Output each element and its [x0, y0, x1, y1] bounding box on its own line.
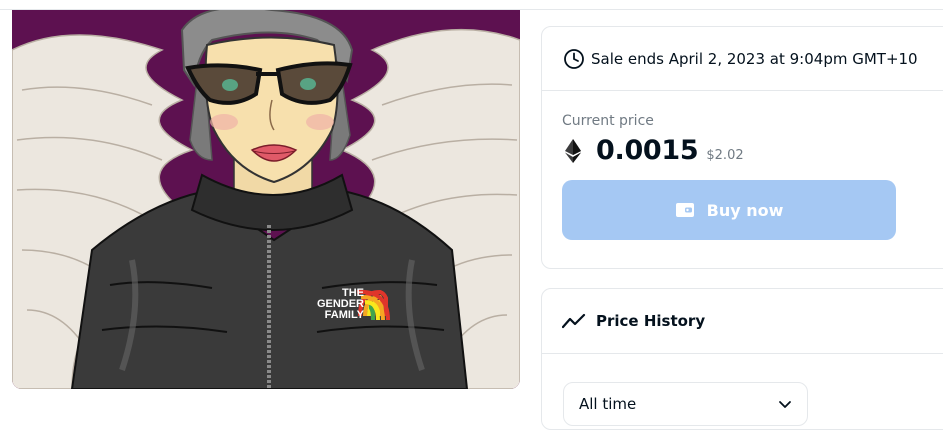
buy-now-label: Buy now [706, 200, 784, 220]
nft-artwork[interactable]: THE GENDER FAMILY [12, 10, 520, 389]
chevron-down-icon [778, 399, 792, 409]
buy-now-button[interactable]: Buy now [562, 180, 896, 240]
price-history-header[interactable]: Price History [542, 289, 943, 354]
sale-ends-header: Sale ends April 2, 2023 at 9:04pm GMT+10 [542, 27, 943, 91]
current-price-label: Current price [562, 113, 654, 129]
price-row: 0.0015 $2.02 [562, 135, 942, 166]
price-usd: $2.02 [706, 148, 744, 163]
price-section: Current price 0.0015 $2.02 Buy now [542, 91, 943, 240]
price-history-title: Price History [596, 312, 706, 330]
top-divider [0, 0, 943, 10]
clock-icon [563, 48, 585, 70]
time-range-select[interactable]: All time [563, 382, 808, 426]
price-eth: 0.0015 [596, 135, 699, 166]
time-range-value: All time [579, 395, 637, 413]
sale-card: Sale ends April 2, 2023 at 9:04pm GMT+10… [541, 26, 943, 269]
sale-ends-text: Sale ends April 2, 2023 at 9:04pm GMT+10 [591, 49, 918, 68]
gender-family-badge: THE GENDER FAMILY [308, 288, 364, 321]
trend-line-icon [562, 313, 586, 329]
artwork-illustration [12, 10, 520, 389]
wallet-icon [675, 201, 695, 219]
ethereum-icon [562, 138, 584, 164]
badge-line-3: FAMILY [324, 309, 364, 321]
